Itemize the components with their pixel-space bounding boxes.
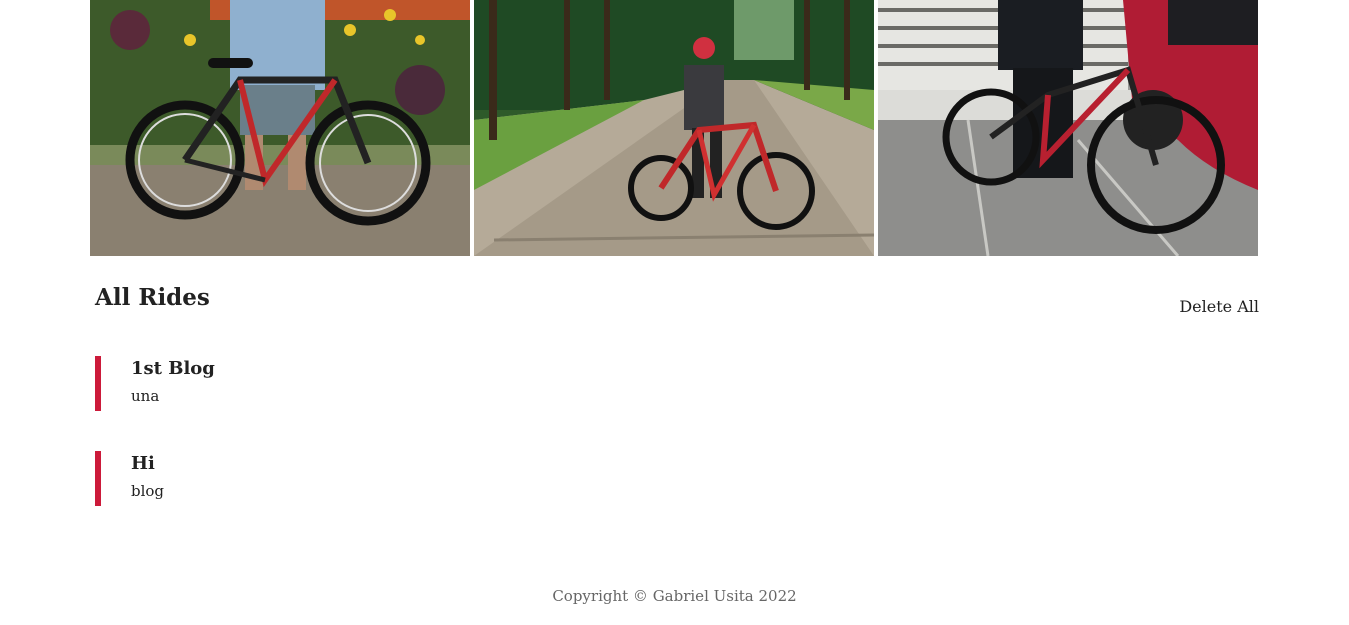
delete-all-button[interactable]: Delete All <box>1179 297 1259 316</box>
ride-item-title: 1st Blog <box>131 358 215 379</box>
bike-photo-2 <box>474 0 874 256</box>
page: All Rides Delete All 1st Blog una Hi blo… <box>0 0 1349 625</box>
ride-item-2[interactable]: Hi blog <box>95 451 695 506</box>
ride-item-title: Hi <box>131 453 155 474</box>
footer-copyright: Copyright © Gabriel Usita 2022 <box>552 587 797 605</box>
bike-photo-3 <box>878 0 1258 256</box>
ride-item-body: blog <box>131 482 165 500</box>
photo-gallery <box>90 0 1258 256</box>
ride-item-body: una <box>131 387 160 405</box>
page-title: All Rides <box>95 284 210 311</box>
bike-photo-1 <box>90 0 470 256</box>
ride-item-1[interactable]: 1st Blog una <box>95 356 695 411</box>
